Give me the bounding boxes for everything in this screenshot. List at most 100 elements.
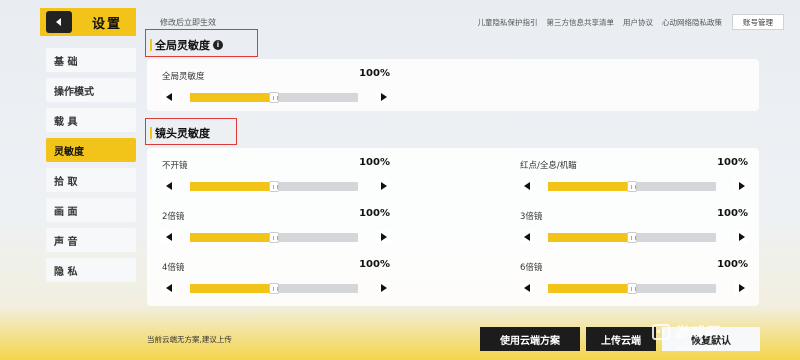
watermark-logo-icon (652, 324, 670, 340)
slider-track[interactable] (190, 232, 358, 243)
triangle-left-icon (523, 284, 530, 292)
sidebar-item-control-mode[interactable]: 操作模式 (46, 78, 136, 102)
sensitivity-slider: 6倍镜 100% (518, 259, 748, 305)
triangle-right-icon (380, 284, 387, 292)
link-third-party-list[interactable]: 第三方信息共享清单 (547, 17, 615, 28)
sidebar-item-label: 拾 取 (54, 176, 78, 188)
slider-value: 100% (359, 157, 390, 168)
slider-label: 6倍镜 (520, 263, 543, 273)
sidebar-item-label: 画 面 (54, 206, 78, 218)
watermark: 游戏网 (652, 322, 719, 342)
link-user-agreement[interactable]: 用户协议 (623, 17, 653, 28)
triangle-right-icon (380, 182, 387, 190)
watermark-text: 游戏网 (674, 325, 719, 341)
triangle-left-icon (165, 284, 172, 292)
slider-thumb[interactable] (269, 232, 279, 243)
sidebar: 设置 基 础 操作模式 载 具 灵敏度 拾 取 画 面 声 音 隐 私 (0, 0, 140, 360)
increase-button[interactable] (376, 179, 390, 193)
increase-button[interactable] (376, 230, 390, 244)
slider-label: 2倍镜 (162, 212, 185, 222)
use-cloud-plan-button[interactable]: 使用云端方案 (480, 327, 580, 351)
slider-value: 100% (717, 157, 748, 168)
slider-label: 红点/全息/机瞄 (520, 161, 577, 171)
slider-track[interactable] (190, 92, 358, 103)
triangle-right-icon (380, 233, 387, 241)
triangle-right-icon (380, 93, 387, 101)
sidebar-item-label: 隐 私 (54, 266, 78, 278)
sidebar-item-sensitivity[interactable]: 灵敏度 (46, 138, 136, 162)
slider-value: 100% (359, 208, 390, 219)
triangle-right-icon (738, 284, 745, 292)
slider-track[interactable] (548, 181, 716, 192)
sidebar-item-label: 声 音 (54, 236, 78, 248)
sidebar-item-pickup[interactable]: 拾 取 (46, 168, 136, 192)
sidebar-item-graphics[interactable]: 画 面 (46, 198, 136, 222)
upload-cloud-button[interactable]: 上传云端 (586, 327, 656, 351)
section-title-text: 全局灵敏度 (155, 39, 210, 52)
slider-track[interactable] (548, 232, 716, 243)
triangle-left-icon (165, 182, 172, 190)
sidebar-item-vehicle[interactable]: 载 具 (46, 108, 136, 132)
slider-fill (190, 93, 274, 102)
triangle-left-icon (523, 233, 530, 241)
slider-value: 100% (717, 259, 748, 270)
increase-button[interactable] (734, 281, 748, 295)
increase-button[interactable] (376, 90, 390, 104)
slider-fill (190, 233, 274, 242)
slider-thumb[interactable] (269, 181, 279, 192)
increase-button[interactable] (734, 179, 748, 193)
decrease-button[interactable] (520, 230, 534, 244)
slider-value: 100% (359, 259, 390, 270)
watermark-url: www.k1..com (676, 344, 720, 352)
link-child-privacy[interactable]: 儿童隐私保护指引 (478, 17, 538, 28)
sidebar-nav: 基 础 操作模式 载 具 灵敏度 拾 取 画 面 声 音 隐 私 (46, 48, 136, 288)
sensitivity-slider: 4倍镜 100% (160, 259, 390, 305)
link-privacy-policy[interactable]: 心动网络隐私政策 (662, 17, 722, 28)
page-title: 设置 (92, 16, 123, 32)
info-icon[interactable]: i (213, 40, 223, 50)
slider-track[interactable] (190, 181, 358, 192)
slider-fill (190, 284, 274, 293)
slider-label: 3倍镜 (520, 212, 543, 222)
slider-value: 100% (359, 68, 390, 79)
decrease-button[interactable] (162, 179, 176, 193)
decrease-button[interactable] (162, 90, 176, 104)
slider-fill (548, 284, 632, 293)
increase-button[interactable] (376, 281, 390, 295)
sensitivity-slider: 2倍镜 100% (160, 208, 390, 254)
slider-track[interactable] (548, 283, 716, 294)
slider-track[interactable] (190, 283, 358, 294)
sidebar-item-label: 灵敏度 (54, 146, 84, 158)
sensitivity-slider: 全局灵敏度 100% (160, 68, 390, 114)
section-title-global: 全局灵敏度 i (150, 37, 223, 53)
back-button[interactable] (46, 11, 72, 33)
slider-label: 4倍镜 (162, 263, 185, 273)
decrease-button[interactable] (520, 281, 534, 295)
back-arrow-icon (56, 18, 61, 26)
triangle-left-icon (165, 233, 172, 241)
decrease-button[interactable] (162, 230, 176, 244)
slider-thumb[interactable] (269, 92, 279, 103)
sidebar-item-sound[interactable]: 声 音 (46, 228, 136, 252)
sidebar-item-label: 基 础 (54, 56, 78, 68)
section-title-text: 镜头灵敏度 (155, 127, 210, 140)
section-title-camera: 镜头灵敏度 (150, 125, 210, 141)
sensitivity-slider: 不开镜 100% (160, 157, 390, 203)
decrease-button[interactable] (162, 281, 176, 295)
slider-thumb[interactable] (627, 232, 637, 243)
slider-fill (548, 233, 632, 242)
sensitivity-slider: 红点/全息/机瞄 100% (518, 157, 748, 203)
triangle-left-icon (165, 93, 172, 101)
header-links: 儿童隐私保护指引 第三方信息共享清单 用户协议 心动网络隐私政策 账号管理 (469, 14, 784, 30)
decrease-button[interactable] (520, 179, 534, 193)
slider-thumb[interactable] (627, 283, 637, 294)
sidebar-item-label: 载 具 (54, 116, 78, 128)
slider-thumb[interactable] (627, 181, 637, 192)
sidebar-item-basic[interactable]: 基 础 (46, 48, 136, 72)
cloud-hint: 当前云端无方案,建议上传 (147, 335, 232, 344)
slider-value: 100% (717, 208, 748, 219)
sidebar-item-privacy[interactable]: 隐 私 (46, 258, 136, 282)
slider-thumb[interactable] (269, 283, 279, 294)
increase-button[interactable] (734, 230, 748, 244)
account-management-button[interactable]: 账号管理 (732, 14, 784, 30)
